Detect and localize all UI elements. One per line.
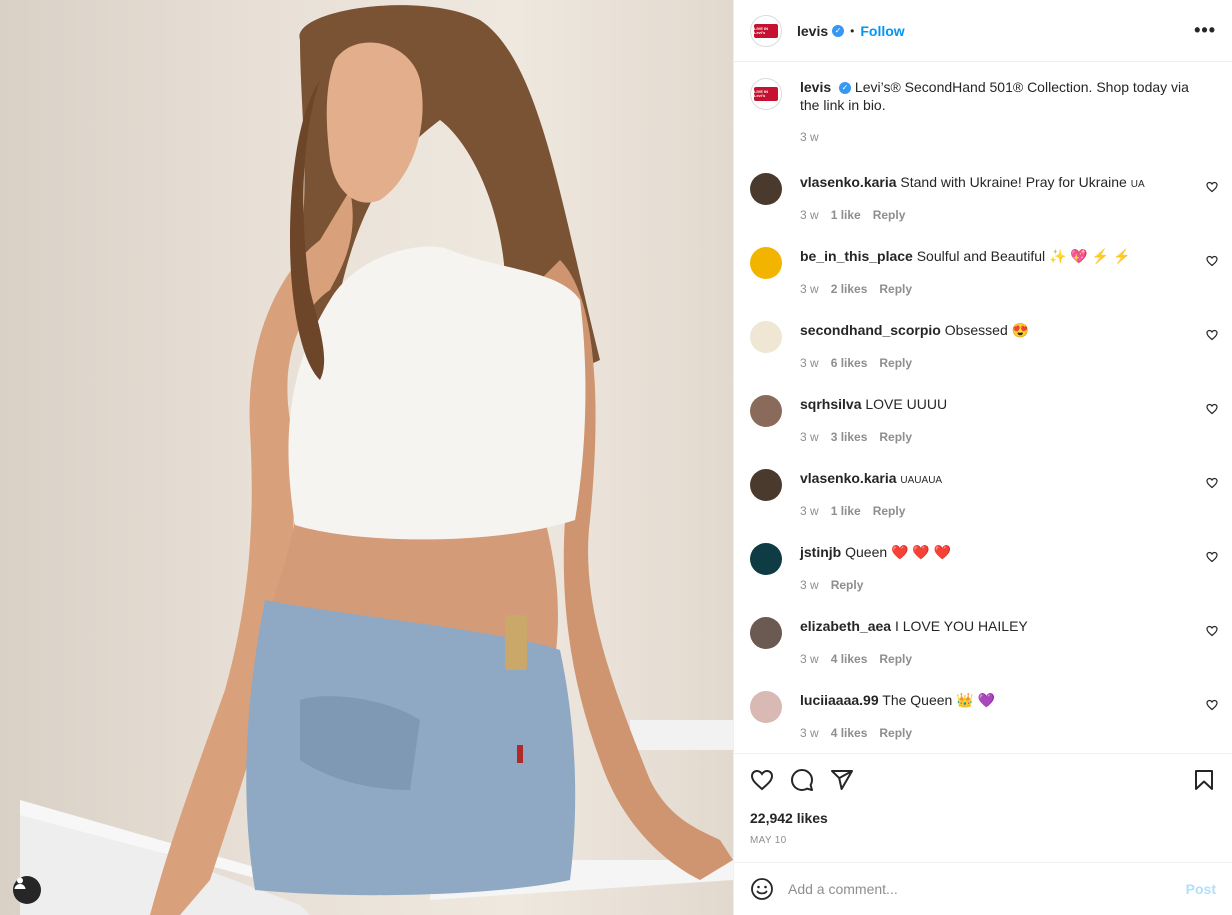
reply-button[interactable]: Reply [831, 578, 864, 592]
commenter-avatar[interactable] [750, 395, 782, 427]
reply-button[interactable]: Reply [879, 652, 912, 666]
reply-button[interactable]: Reply [873, 208, 906, 222]
comment-row: sqrhsilva LOVE UUUU 3 w 3 likes Reply [734, 389, 1232, 463]
caption-username[interactable]: levis [800, 79, 831, 95]
add-comment-bar: Post [734, 862, 1232, 915]
commenter-username[interactable]: be_in_this_place [800, 248, 913, 264]
comment-like-heart-icon[interactable] [1206, 329, 1218, 341]
comment-text: Stand with Ukraine! Pray for Ukraine [900, 174, 1127, 190]
more-options-icon[interactable]: ••• [1194, 20, 1216, 41]
comment-flag-text: UA [1130, 179, 1145, 190]
jeans-patch [505, 615, 527, 670]
comment-likes[interactable]: 1 like [831, 504, 861, 518]
post-date: MAY 10 [750, 835, 787, 846]
comment-likes[interactable]: 1 like [831, 208, 861, 222]
commenter-username[interactable]: secondhand_scorpio [800, 322, 941, 338]
share-paper-plane-icon[interactable] [830, 768, 854, 792]
red-tab [517, 745, 523, 763]
comment-flag-text: UAUAUA [900, 475, 943, 486]
commenter-avatar[interactable] [750, 543, 782, 575]
verified-badge-icon: ✓ [839, 82, 852, 95]
commenter-avatar[interactable] [750, 247, 782, 279]
comment-row: vlasenko.karia UAUAUA 3 w 1 like Reply [734, 463, 1232, 537]
comment-row: luciiaaaa.99 The Queen 👑 💜 3 w 4 likes Rep… [734, 685, 1232, 753]
likes-count[interactable]: 22,942 likes [750, 810, 1216, 826]
commenter-username[interactable]: luciiaaaa.99 [800, 692, 879, 708]
comment-row: elizabeth_aea I LOVE YOU HAILEY 3 w 4 lik… [734, 611, 1232, 685]
author-username[interactable]: levis [797, 23, 828, 39]
comment-time[interactable]: 3 w [800, 504, 819, 518]
commenter-username[interactable]: jstinjb [800, 544, 841, 560]
author-avatar[interactable]: LIVE IN Levi's [750, 14, 782, 47]
add-comment-input[interactable] [788, 881, 1186, 897]
post-header: LIVE IN Levi's levis ✓ • Follow ••• [734, 0, 1232, 62]
comment-text: I LOVE YOU HAILEY [894, 618, 1028, 634]
post-side-panel: LIVE IN Levi's levis ✓ • Follow ••• LIVE… [733, 0, 1232, 915]
post-image[interactable] [0, 0, 733, 915]
caption-avatar[interactable]: LIVE IN Levi's [750, 78, 782, 110]
comment-row: jstinjb Queen ❤️ ❤️ ❤️ 3 w Reply [734, 537, 1232, 611]
face [326, 42, 423, 203]
commenter-avatar[interactable] [750, 691, 782, 723]
comment-bubble-icon[interactable] [790, 768, 814, 792]
reply-button[interactable]: Reply [873, 504, 906, 518]
comment-like-heart-icon[interactable] [1206, 699, 1218, 711]
commenter-avatar[interactable] [750, 617, 782, 649]
save-bookmark-icon[interactable] [1192, 768, 1216, 792]
reply-button[interactable]: Reply [879, 282, 912, 296]
action-bar: 22,942 likes MAY 10 [734, 753, 1232, 846]
comment-likes[interactable]: 4 likes [831, 726, 868, 740]
comment-text: Soulful and Beautiful ✨ 💖 ⚡ ⚡ [916, 248, 1131, 264]
comment-time[interactable]: 3 w [800, 652, 819, 666]
reply-button[interactable]: Reply [879, 430, 912, 444]
comment-time[interactable]: 3 w [800, 208, 819, 222]
comment-time[interactable]: 3 w [800, 356, 819, 370]
comment-time[interactable]: 3 w [800, 578, 819, 592]
caption: LIVE IN Levi's levis ✓ Levi’s® SecondHan… [734, 63, 1232, 167]
comments-list[interactable]: LIVE IN Levi's levis ✓ Levi’s® SecondHan… [734, 63, 1232, 753]
commenter-username[interactable]: elizabeth_aea [800, 618, 891, 634]
commenter-avatar[interactable] [750, 321, 782, 353]
separator-dot: • [850, 23, 855, 38]
commenter-username[interactable]: vlasenko.karia [800, 470, 897, 486]
post-comment-button[interactable]: Post [1186, 881, 1216, 897]
caption-time[interactable]: 3 w [800, 130, 819, 144]
comment-like-heart-icon[interactable] [1206, 181, 1218, 193]
comment-like-heart-icon[interactable] [1206, 403, 1218, 415]
caption-text: Levi’s® SecondHand 501® Collection. Shop… [800, 79, 1189, 113]
follow-button[interactable]: Follow [860, 23, 904, 39]
like-heart-icon[interactable] [750, 768, 774, 792]
comment-likes[interactable]: 6 likes [831, 356, 868, 370]
commenter-username[interactable]: vlasenko.karia [800, 174, 897, 190]
post-photo-illustration [20, 5, 733, 915]
comment-text: LOVE UUUU [865, 396, 948, 412]
comment-time[interactable]: 3 w [800, 282, 819, 296]
reply-button[interactable]: Reply [879, 726, 912, 740]
wall-rail [630, 720, 733, 750]
comment-likes[interactable]: 3 likes [831, 430, 868, 444]
comment-row: secondhand_scorpio Obsessed 😍 3 w 6 likes… [734, 315, 1232, 389]
emoji-smiley-icon[interactable] [750, 877, 774, 901]
comment-like-heart-icon[interactable] [1206, 255, 1218, 267]
comment-time[interactable]: 3 w [800, 430, 819, 444]
comment-text: Queen ❤️ ❤️ ❤️ [845, 544, 952, 560]
comment-like-heart-icon[interactable] [1206, 477, 1218, 489]
tagged-user-icon[interactable] [13, 876, 41, 904]
comment-time[interactable]: 3 w [800, 726, 819, 740]
commenter-username[interactable]: sqrhsilva [800, 396, 861, 412]
comment-like-heart-icon[interactable] [1206, 551, 1218, 563]
comment-likes[interactable]: 4 likes [831, 652, 868, 666]
comment-like-heart-icon[interactable] [1206, 625, 1218, 637]
comment-likes[interactable]: 2 likes [831, 282, 868, 296]
verified-badge-icon: ✓ [832, 24, 845, 37]
comment-text: Obsessed 😍 [944, 322, 1030, 338]
comment-text: The Queen 👑 💜 [882, 692, 995, 708]
levis-logo-icon: LIVE IN Levi's [754, 87, 778, 101]
comment-row: be_in_this_place Soulful and Beautiful ✨… [734, 241, 1232, 315]
commenter-avatar[interactable] [750, 469, 782, 501]
commenter-avatar[interactable] [750, 173, 782, 205]
reply-button[interactable]: Reply [879, 356, 912, 370]
levis-logo-icon: LIVE IN Levi's [754, 23, 778, 38]
comment-row: vlasenko.karia Stand with Ukraine! Pray … [734, 167, 1232, 241]
